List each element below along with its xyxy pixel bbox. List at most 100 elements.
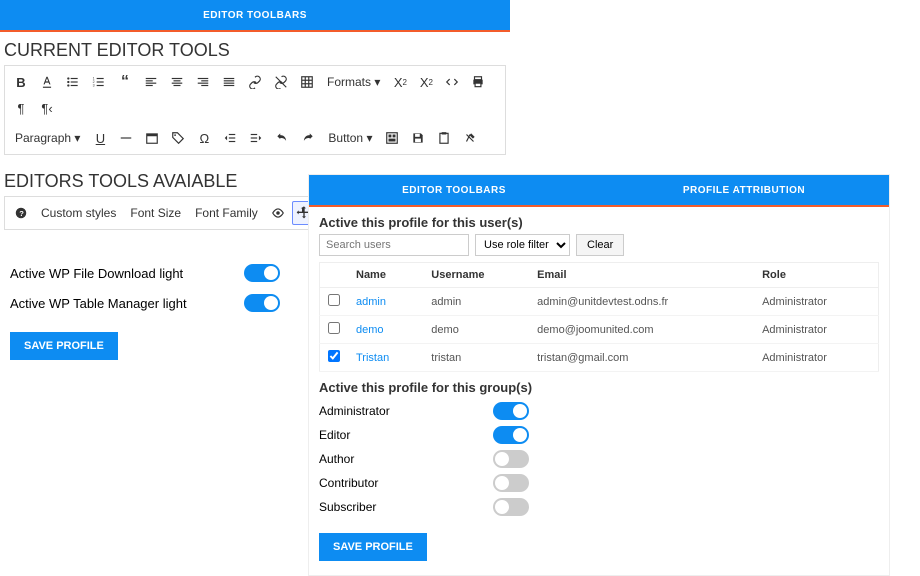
switch-table-manager[interactable] <box>244 294 280 312</box>
group-switch[interactable] <box>493 426 529 444</box>
superscript-icon[interactable]: X2 <box>388 70 412 94</box>
groups-section-title: Active this profile for this group(s) <box>309 372 889 399</box>
svg-text:?: ? <box>19 209 24 218</box>
row-checkbox[interactable] <box>328 350 340 362</box>
date-icon[interactable] <box>140 126 164 150</box>
save-profile-button-right[interactable]: SAVE PROFILE <box>319 533 427 561</box>
toggle-wp-file-download: Active WP File Download light <box>0 258 290 288</box>
print-icon[interactable] <box>466 70 490 94</box>
toggle-wp-table-manager: Active WP Table Manager light <box>0 288 290 318</box>
tab-profile-attribution[interactable]: PROFILE ATTRIBUTION <box>599 175 889 205</box>
save-icon[interactable] <box>406 126 430 150</box>
group-label: Editor <box>319 428 350 442</box>
svg-text:3: 3 <box>93 84 95 88</box>
align-justify-icon[interactable] <box>217 70 241 94</box>
user-role: Administrator <box>754 316 878 344</box>
user-username: admin <box>423 288 529 316</box>
table-icon[interactable] <box>295 70 319 94</box>
group-switch[interactable] <box>493 474 529 492</box>
align-right-icon[interactable] <box>191 70 215 94</box>
blockquote-icon[interactable]: “ <box>113 70 137 94</box>
undo-icon[interactable] <box>270 126 294 150</box>
users-section-title: Active this profile for this user(s) <box>309 207 889 234</box>
group-row: Author <box>309 447 539 471</box>
row-checkbox[interactable] <box>328 294 340 306</box>
tab-bar-left: EDITOR TOOLBARS <box>0 0 510 32</box>
redo-icon[interactable] <box>296 126 320 150</box>
save-profile-button[interactable]: SAVE PROFILE <box>10 332 118 360</box>
toggle-label: Active WP File Download light <box>10 266 183 281</box>
tab-editor-toolbars[interactable]: EDITOR TOOLBARS <box>0 0 510 30</box>
current-toolbar: B 123 “ Formats ▾ X2 X2 ¶ ¶‹ Paragraph ▾… <box>4 65 506 155</box>
bullet-list-icon[interactable] <box>61 70 85 94</box>
unlink-icon[interactable] <box>269 70 293 94</box>
filter-row: Use role filter Clear <box>309 234 889 262</box>
user-name-link[interactable]: demo <box>348 316 423 344</box>
current-tools-title: CURRENT EDITOR TOOLS <box>0 32 510 65</box>
col-email: Email <box>529 263 754 288</box>
toggle-label: Active WP Table Manager light <box>10 296 187 311</box>
bold-button[interactable]: B <box>9 70 33 94</box>
custom-styles-dropdown[interactable]: Custom styles <box>35 201 122 225</box>
paragraph-dropdown[interactable]: Paragraph ▾ <box>9 126 86 150</box>
users-table: Name Username Email Role adminadminadmin… <box>319 262 879 372</box>
omega-icon[interactable]: Ω <box>192 126 216 150</box>
col-name: Name <box>348 263 423 288</box>
search-users-input[interactable] <box>319 234 469 256</box>
group-label: Subscriber <box>319 500 376 514</box>
formats-dropdown[interactable]: Formats ▾ <box>321 70 386 94</box>
textcolor-icon[interactable] <box>35 70 59 94</box>
clear-button[interactable]: Clear <box>576 234 624 256</box>
group-row: Subscriber <box>309 495 539 519</box>
font-family-dropdown[interactable]: Font Family <box>189 201 264 225</box>
group-row: Editor <box>309 423 539 447</box>
source-code-icon[interactable] <box>440 70 464 94</box>
tab-editor-toolbars-right[interactable]: EDITOR TOOLBARS <box>309 175 599 207</box>
profile-attribution-panel: EDITOR TOOLBARS PROFILE ATTRIBUTION Acti… <box>308 174 890 576</box>
group-switch[interactable] <box>493 450 529 468</box>
group-label: Author <box>319 452 354 466</box>
table-row: Tristantristantristan@gmail.comAdministr… <box>320 344 879 372</box>
font-size-dropdown[interactable]: Font Size <box>124 201 187 225</box>
button-dropdown[interactable]: Button ▾ <box>322 126 378 150</box>
pilcrow-rtl-icon[interactable]: ¶‹ <box>35 96 59 120</box>
switch-file-download[interactable] <box>244 264 280 282</box>
user-role: Administrator <box>754 288 878 316</box>
user-email: admin@unitdevtest.odns.fr <box>529 288 754 316</box>
tag-icon[interactable] <box>166 126 190 150</box>
row-checkbox[interactable] <box>328 322 340 334</box>
user-email: tristan@gmail.com <box>529 344 754 372</box>
tab-bar-right: EDITOR TOOLBARS PROFILE ATTRIBUTION <box>309 175 889 207</box>
numbered-list-icon[interactable]: 123 <box>87 70 111 94</box>
user-username: demo <box>423 316 529 344</box>
group-switch[interactable] <box>493 402 529 420</box>
group-row: Contributor <box>309 471 539 495</box>
align-left-icon[interactable] <box>139 70 163 94</box>
user-name-link[interactable]: admin <box>348 288 423 316</box>
hr-icon[interactable] <box>114 126 138 150</box>
role-filter-select[interactable]: Use role filter <box>475 234 570 256</box>
group-switch[interactable] <box>493 498 529 516</box>
help-icon[interactable]: ? <box>9 201 33 225</box>
user-name-link[interactable]: Tristan <box>348 344 423 372</box>
subscript-icon[interactable]: X2 <box>414 70 438 94</box>
user-email: demo@joomunited.com <box>529 316 754 344</box>
col-username: Username <box>423 263 529 288</box>
group-label: Contributor <box>319 476 378 490</box>
insert-template-icon[interactable] <box>380 126 404 150</box>
user-username: tristan <box>423 344 529 372</box>
user-role: Administrator <box>754 344 878 372</box>
table-row: adminadminadmin@unitdevtest.odns.frAdmin… <box>320 288 879 316</box>
clear-format-icon[interactable] <box>458 126 482 150</box>
indent-icon[interactable] <box>244 126 268 150</box>
underline-button[interactable]: U <box>88 126 112 150</box>
col-role: Role <box>754 263 878 288</box>
paste-icon[interactable] <box>432 126 456 150</box>
group-label: Administrator <box>319 404 390 418</box>
outdent-icon[interactable] <box>218 126 242 150</box>
align-center-icon[interactable] <box>165 70 189 94</box>
table-row: demodemodemo@joomunited.comAdministrator <box>320 316 879 344</box>
link-icon[interactable] <box>243 70 267 94</box>
pilcrow-icon[interactable]: ¶ <box>9 96 33 120</box>
visibility-icon[interactable] <box>266 201 290 225</box>
